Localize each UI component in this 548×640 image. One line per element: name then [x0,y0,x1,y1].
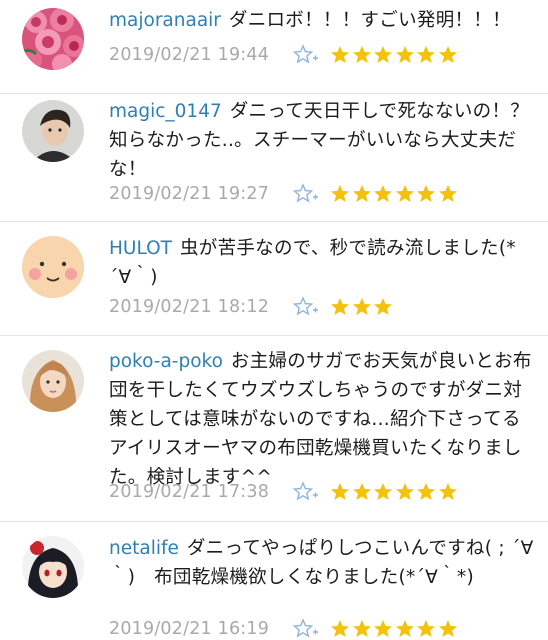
star-icon [331,483,349,500]
rose-flowers-avatar[interactable] [22,8,84,70]
comment-item: magic_0147 ダニって天日干しで死なないの！？知らなかった..。スチーマー… [0,94,548,222]
star-icon [417,46,435,63]
star-icon [417,620,435,637]
star-plus-icon[interactable] [293,183,319,205]
star-icon [331,46,349,63]
comment-text: netalife ダニってやっぱりしつこいんですね( ; ´∀｀) 布団乾燥機欲し… [109,538,534,588]
comment-text: magic_0147 ダニって天日干しで死なないの！？知らなかった..。スチーマー… [109,101,530,180]
star-icon [352,185,371,202]
comment-item: majoranaair ダニロボ！！！すごい発明！！！ 2019/02/21 19… [0,0,548,94]
star-icon [417,185,435,202]
rating-stars [330,297,395,317]
star-icon [374,185,392,202]
comment-date: 2019/02/21 19:27 [109,184,270,204]
star-plus-icon[interactable] [293,44,319,66]
star-icon [352,298,371,315]
star-icon [352,483,371,500]
comment-item: netalife ダニってやっぱりしつこいんですね( ; ´∀｀) 布団乾燥機欲し… [0,522,548,640]
star-icon [438,46,457,63]
star-icon [331,620,349,637]
comment-date: 2019/02/21 18:12 [109,297,270,317]
star-icon [395,620,414,637]
smiling-face-avatar[interactable] [22,236,84,298]
star-plus-icon[interactable] [293,481,319,503]
rating-stars [330,482,459,502]
man-portrait-avatar[interactable] [22,100,84,162]
star-plus-icon[interactable] [293,618,319,640]
star-plus-icon[interactable] [293,296,319,318]
rating-stars [330,619,459,639]
star-icon [331,298,349,315]
comment-date: 2019/02/21 17:38 [109,482,270,502]
username-link[interactable]: netalife [109,538,179,559]
comment-text: poko-a-poko お主婦のサガでお天気が良いとお布団を干したくてウズウズしち… [109,351,532,488]
star-icon [374,483,392,500]
star-icon [395,483,414,500]
star-icon [352,46,371,63]
rating-stars [330,45,459,65]
comment-text: majoranaair ダニロボ！！！すごい発明！！！ [109,10,511,31]
rating-stars [330,184,459,204]
comment-date: 2019/02/21 19:44 [109,45,270,65]
star-icon [374,620,392,637]
star-icon [331,185,349,202]
username-link[interactable]: HULOT [109,238,172,259]
star-icon [395,185,414,202]
anime-girl-avatar[interactable] [22,536,84,598]
star-icon [374,46,392,63]
comment-text: HULOT 虫が苦手なので、秒で読み流しました(*´∀｀) [109,238,516,288]
star-icon [438,185,457,202]
woman-portrait-avatar[interactable] [22,350,84,412]
star-icon [438,483,457,500]
username-link[interactable]: majoranaair [109,10,221,31]
comment-item: poko-a-poko お主婦のサガでお天気が良いとお布団を干したくてウズウズしち… [0,336,548,522]
star-icon [374,298,392,315]
star-icon [417,483,435,500]
comment-list: majoranaair ダニロボ！！！すごい発明！！！ 2019/02/21 19… [0,0,548,640]
star-icon [438,620,457,637]
star-icon [352,620,371,637]
comment-date: 2019/02/21 16:19 [109,619,270,639]
star-icon [395,46,414,63]
username-link[interactable]: poko-a-poko [109,351,223,372]
comment-item: HULOT 虫が苦手なので、秒で読み流しました(*´∀｀) 2019/02/21 … [0,222,548,336]
username-link[interactable]: magic_0147 [109,101,222,122]
